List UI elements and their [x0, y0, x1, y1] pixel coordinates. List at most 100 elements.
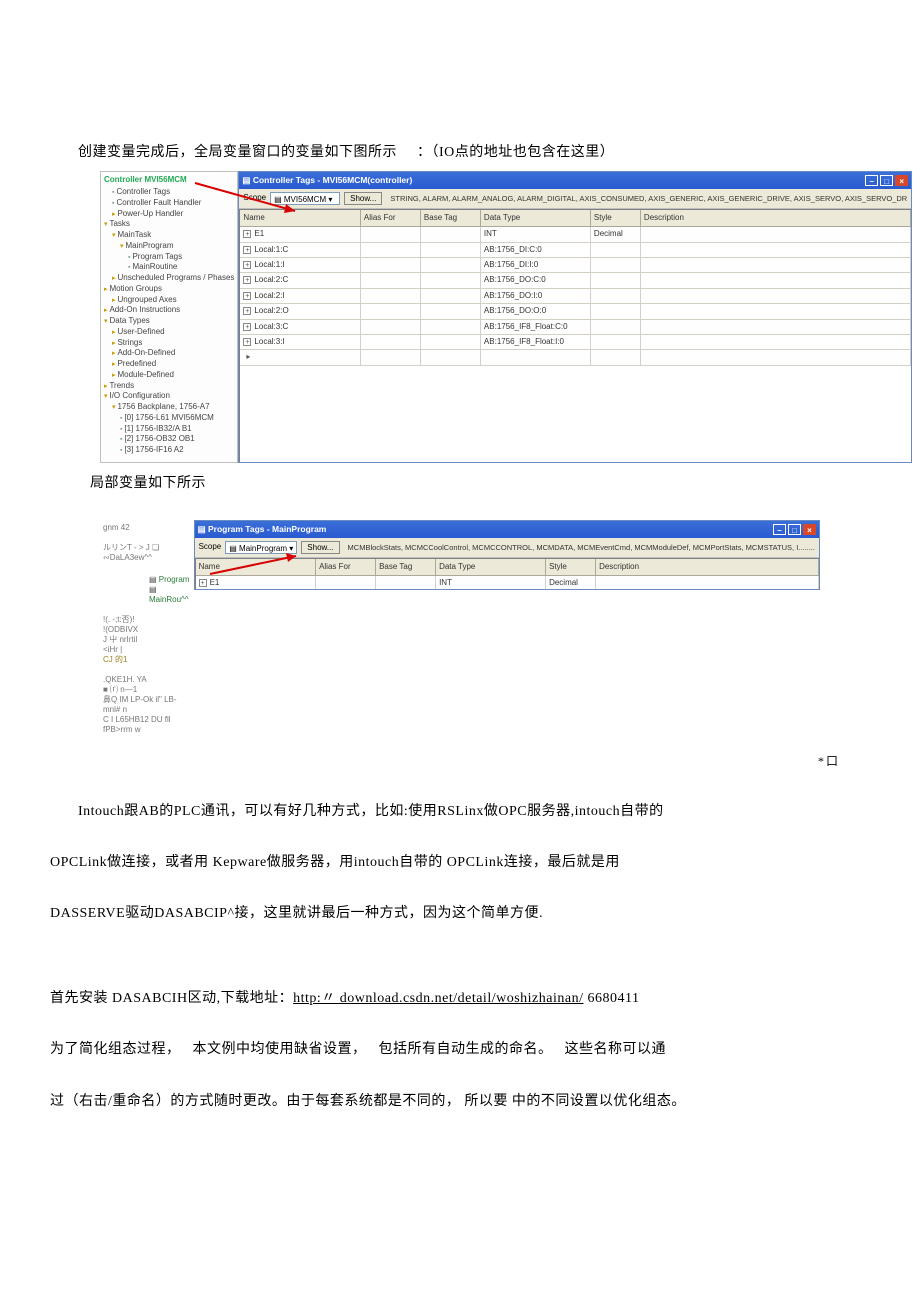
tree-misc-line: <iHr | [103, 645, 191, 655]
close-button[interactable]: × [895, 175, 908, 186]
routine-icon: ▤ [149, 585, 157, 594]
tree-item[interactable]: Power-Up Handler [104, 209, 234, 220]
table-row[interactable]: +Local:1:CAB:1756_DI:C:0 [240, 242, 910, 257]
tree-pane-2: gnm 42 ルリンT - > J ❏ ∾DaLA3ew^^ ▤ Program… [100, 520, 194, 741]
tags-grid[interactable]: NameAlias ForBase TagData TypeStyleDescr… [239, 209, 911, 462]
tree-misc-line: !(ODBIVX [103, 625, 191, 635]
column-header[interactable]: Alias For [360, 210, 420, 227]
tree-item[interactable]: 1756 Backplane, 1756-A7 [104, 402, 234, 413]
tree-item[interactable]: Motion Groups [104, 284, 234, 295]
tree-item[interactable]: Data Types [104, 316, 234, 327]
close-button[interactable]: × [803, 524, 816, 535]
column-header[interactable]: Data Type [436, 559, 546, 576]
tree-misc-line: 鼻Q IM LP-Ok il" LB-mnl# n [103, 695, 191, 715]
table-row[interactable]: +Local:2:IAB:1756_DO:I:0 [240, 288, 910, 303]
body-p2: OPCLink做连接，或者用 Kepware做服务器，用intouch自带的 O… [50, 850, 870, 875]
scope-combo-2[interactable]: ▤ MainProgram ▾ [225, 541, 297, 554]
column-header[interactable]: Name [240, 210, 360, 227]
intro-paragraph: 创建变量完成后，全局变量窗口的变量如下图所示 ：（IO点的地址也包含在这里） [50, 140, 870, 165]
tree-misc-line: C I L65HB12 DU fll fPB>rrm w [103, 715, 191, 735]
filter-text: STRING, ALARM, ALARM_ANALOG, ALARM_DIGIT… [386, 192, 907, 206]
scope-bar: Scope ▤ MVI56MCM ▾ Show... STRING, ALARM… [239, 189, 911, 208]
tree-item[interactable]: [0] 1756-L61 MVI56MCM [104, 413, 234, 424]
program-tags-node[interactable]: Program [159, 575, 190, 584]
tree-item[interactable]: Add-On Instructions [104, 305, 234, 316]
screenshot-controller-tags: Controller MVI56MCM Controller TagsContr… [100, 171, 820, 463]
scope-combo[interactable]: ▤ MVI56MCM ▾ [270, 192, 340, 205]
column-header[interactable]: Data Type [480, 210, 590, 227]
tree-item[interactable]: MainTask [104, 230, 234, 241]
column-header[interactable]: Style [590, 210, 640, 227]
body-p5: 为了简化组态过程， 本文例中均使用缺省设置， 包括所有自动生成的命名。 这些名称… [50, 1037, 870, 1062]
controller-organizer-tree[interactable]: Controller MVI56MCM Controller TagsContr… [100, 171, 238, 463]
program-tags-grid[interactable]: NameAlias ForBase TagData TypeStyleDescr… [195, 558, 819, 589]
tree-item[interactable]: Controller Fault Handler [104, 198, 234, 209]
intro-text-after: ：（IO点的地址也包含在这里） [417, 145, 614, 160]
show-button[interactable]: Show... [344, 192, 382, 205]
column-header[interactable]: Base Tag [376, 559, 436, 576]
column-header[interactable]: Style [546, 559, 596, 576]
column-header[interactable]: Name [196, 559, 316, 576]
tree-item[interactable]: Add-On-Defined [104, 348, 234, 359]
tree-item[interactable]: Ungrouped Axes [104, 295, 234, 306]
p4-text-before: 首先安装 DASABCIH区动,下载地址： [50, 991, 293, 1006]
column-header[interactable]: Description [596, 559, 819, 576]
window-title-2: Program Tags - MainProgram [208, 522, 326, 537]
tree-item[interactable]: MainRoutine [104, 262, 234, 273]
tree-item[interactable]: Strings [104, 338, 234, 349]
main-routine-node[interactable]: MainRou^^ [149, 595, 189, 604]
tree-misc-line: CJ 的1 [103, 655, 191, 665]
tree-item[interactable]: Tasks [104, 219, 234, 230]
tree-item[interactable]: [3] 1756-IF16 A2 [104, 445, 234, 456]
tree-misc-line: ■ ⒭ n—1 [103, 685, 191, 695]
maximize-button[interactable]: □ [788, 524, 801, 535]
tree-item[interactable]: [2] 1756-OB32 OB1 [104, 434, 234, 445]
tree-item[interactable]: User-Defined [104, 327, 234, 338]
table-row[interactable]: +E1INTDecimal [196, 576, 819, 589]
tree-item[interactable]: Program Tags [104, 252, 234, 263]
tree-item[interactable]: Unscheduled Programs / Phases [104, 273, 234, 284]
column-header[interactable]: Description [640, 210, 910, 227]
window-title: Controller Tags - MVI56MCM(controller) [253, 173, 412, 188]
grid-icon: ▤ [198, 522, 208, 537]
table-row[interactable]: +Local:2:CAB:1756_DO:C:0 [240, 273, 910, 288]
p4-text-after: 6680411 [583, 991, 639, 1006]
screenshot-program-tags: gnm 42 ルリンT - > J ❏ ∾DaLA3ew^^ ▤ Program… [100, 520, 820, 741]
tree-item[interactable]: I/O Configuration [104, 391, 234, 402]
window-titlebar-2: ▤ Program Tags - MainProgram – □ × [195, 521, 819, 538]
body-p1: Intouch跟AB的PLC通讯，可以有好几种方式，比如:使用RSLinx做OP… [50, 799, 870, 824]
tree-item[interactable]: MainProgram [104, 241, 234, 252]
grid-icon: ▤ [242, 173, 252, 188]
tree-misc-line: J 屮 nrIrtil [103, 635, 191, 645]
show-button-2[interactable]: Show... [301, 541, 339, 554]
body-p3: DASSERVE驱动DASABCIP^接，这里就讲最后一种方式，因为这个简单方便… [50, 901, 870, 926]
scope-label-2: Scope [199, 540, 222, 554]
minimize-button[interactable]: – [865, 175, 878, 186]
tree-misc-line: ルリンT - > J ❏ ∾DaLA3ew^^ [103, 543, 191, 563]
local-vars-caption: 局部变量如下所示 [90, 471, 870, 496]
tree-item[interactable]: Module-Defined [104, 370, 234, 381]
folder-icon: ▤ [149, 575, 159, 584]
tags-grid-window: ▤ Controller Tags - MVI56MCM(controller)… [238, 171, 912, 463]
table-row[interactable]: +Local:3:IAB:1756_IF8_Float:I:0 [240, 335, 910, 350]
table-row[interactable]: +E1INTDecimal [240, 227, 910, 242]
tree-item[interactable]: Trends [104, 381, 234, 392]
tree-misc-line: !(. -;t:否)! [103, 615, 191, 625]
table-new-row[interactable]: ▸ [240, 350, 910, 365]
tree-misc-line: .QKE1H. YA [103, 675, 191, 685]
table-row[interactable]: +Local:3:CAB:1756_IF8_Float:C:0 [240, 319, 910, 334]
tree-item[interactable]: Controller Tags [104, 187, 234, 198]
column-header[interactable]: Alias For [316, 559, 376, 576]
body-p6: 过（右击/重命名）的方式随时更改。由于每套系统都是不同的， 所以要 中的不同设置… [50, 1089, 870, 1114]
tree-item[interactable]: [1] 1756-IB32/A B1 [104, 424, 234, 435]
tree-root-label: Controller MVI56MCM [104, 175, 234, 185]
table-row[interactable]: +Local:2:OAB:1756_DO:O:0 [240, 304, 910, 319]
minimize-button[interactable]: – [773, 524, 786, 535]
table-row[interactable]: +Local:1:IAB:1756_DI:I:0 [240, 258, 910, 273]
maximize-button[interactable]: □ [880, 175, 893, 186]
column-header[interactable]: Base Tag [420, 210, 480, 227]
download-link[interactable]: http:〃 download.csdn.net/detail/woshizha… [293, 991, 583, 1006]
filter-text-2: MCMBlockStats, MCMCCoolControl, MCMCCONT… [344, 541, 815, 555]
tree-item[interactable]: Predefined [104, 359, 234, 370]
scope-label: Scope [243, 191, 266, 205]
